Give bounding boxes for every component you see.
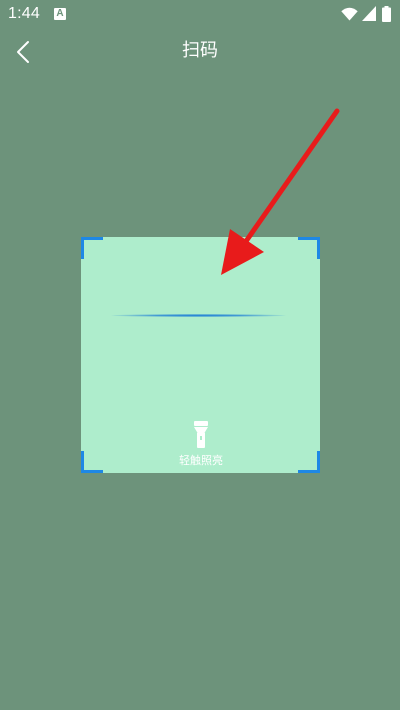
torch-toggle[interactable]: 轻触照亮 [151,421,251,467]
signal-icon [362,6,376,21]
torch-label: 轻触照亮 [179,454,223,467]
scan-corner-top-right [298,237,320,259]
scan-frame: 轻触照亮 [81,237,320,473]
scan-corner-bottom-left [81,451,103,473]
status-bar: 1:44 A [0,0,400,28]
status-time: 1:44 [8,5,40,22]
scan-line [111,314,286,317]
scan-corner-bottom-right [298,451,320,473]
wifi-icon [341,7,358,21]
flashlight-icon [194,421,208,448]
a-box-icon: A [54,8,66,20]
page-title: 扫码 [182,40,218,61]
scan-corner-top-left [81,237,103,259]
battery-icon [382,6,391,22]
